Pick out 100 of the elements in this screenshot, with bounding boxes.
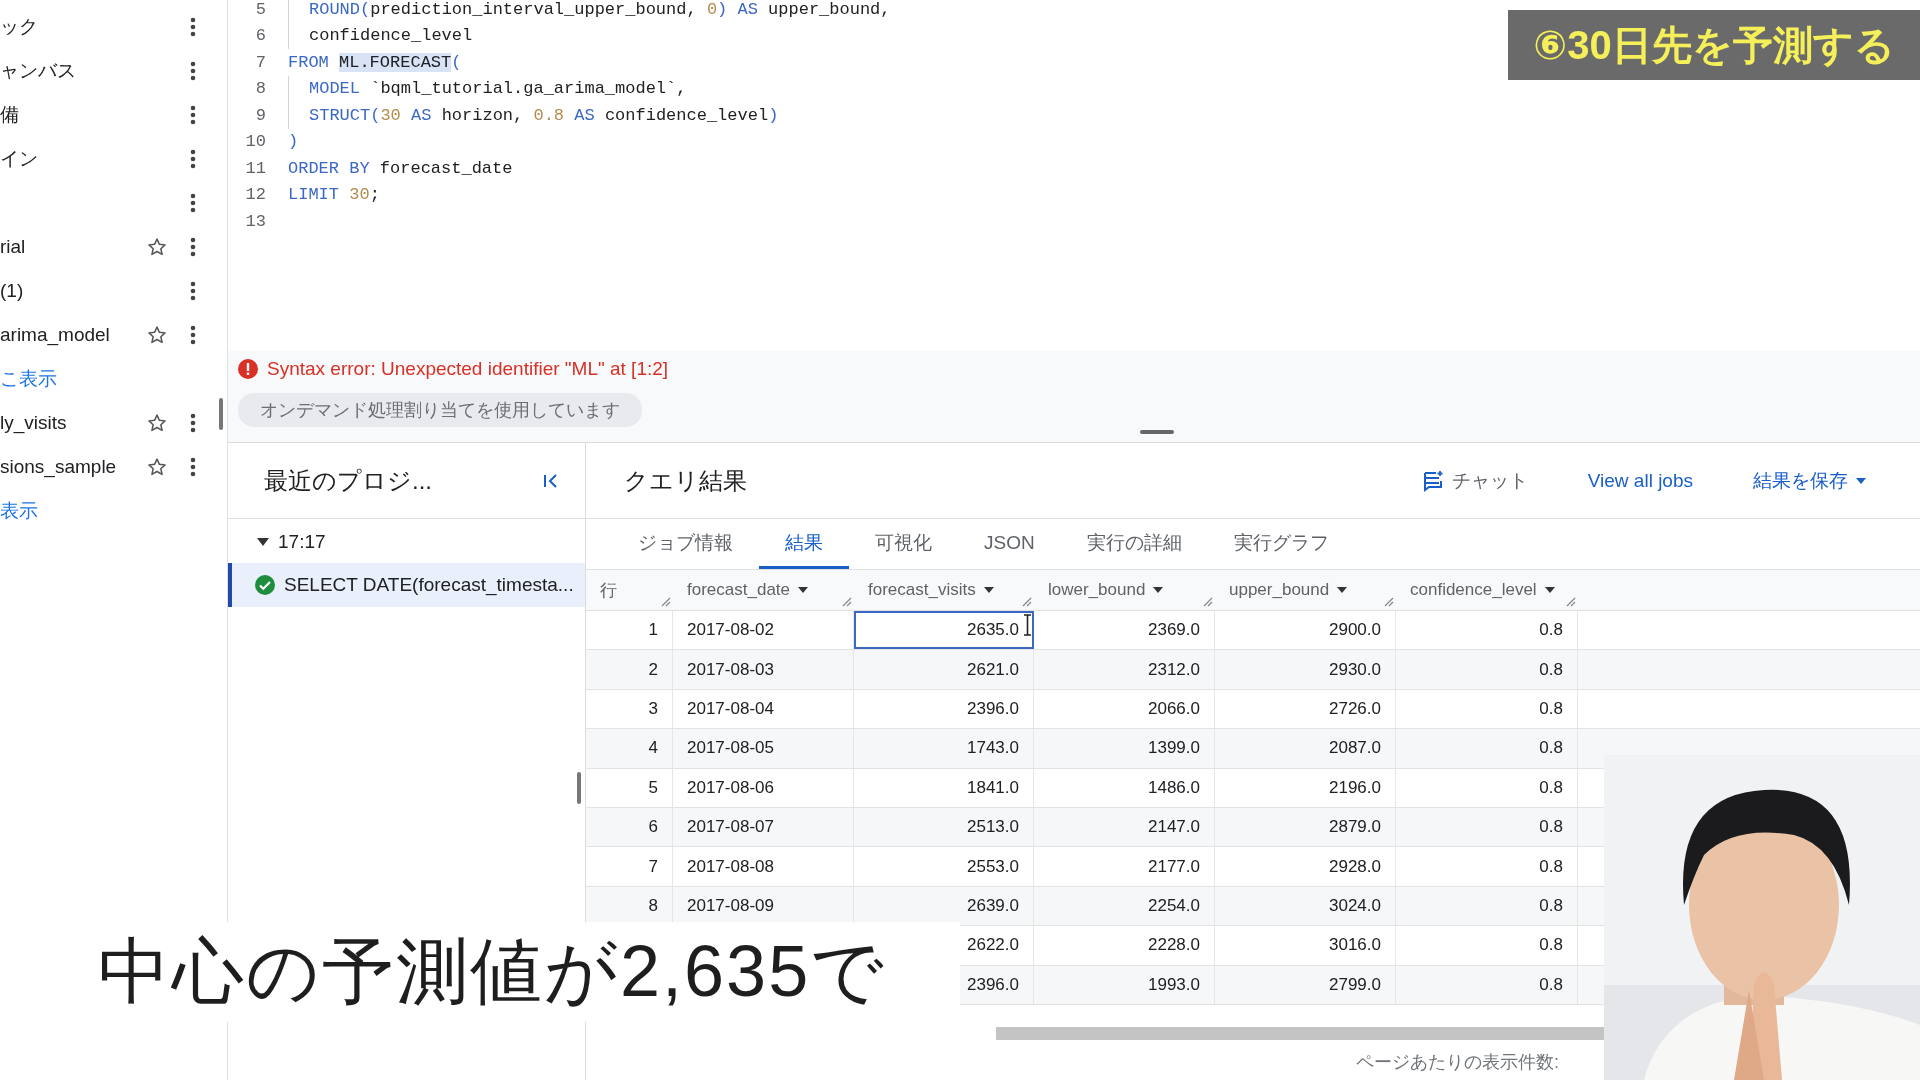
tab[interactable]: JSON	[958, 519, 1061, 569]
column-header[interactable]: confidence_level	[1410, 580, 1537, 600]
table-cell: 0.8	[1396, 965, 1578, 1004]
resize-icon[interactable]	[661, 597, 671, 607]
history-group[interactable]: 17:17	[228, 521, 332, 563]
resize-icon[interactable]	[1022, 597, 1032, 607]
table-cell: 2087.0	[1215, 729, 1396, 768]
more-vert-icon[interactable]	[190, 193, 196, 213]
table-cell: 1399.0	[1034, 729, 1215, 768]
error-icon	[238, 359, 258, 379]
table-cell: 2254.0	[1034, 886, 1215, 926]
caret-icon[interactable]	[1337, 587, 1348, 593]
code-line: LIMIT 30;	[288, 185, 380, 205]
star-icon[interactable]	[147, 457, 167, 477]
table-cell: 2228.0	[1034, 926, 1215, 965]
table-cell: 2930.0	[1215, 650, 1396, 689]
row-number: 1	[586, 611, 673, 650]
more-vert-icon[interactable]	[190, 149, 196, 169]
table-cell: 2513.0	[854, 807, 1034, 847]
more-vert-icon[interactable]	[190, 413, 196, 433]
column-header[interactable]: 行	[600, 578, 617, 602]
panel-title: 最近のプロジ...	[264, 465, 432, 496]
more-vert-icon[interactable]	[190, 17, 196, 37]
star-icon[interactable]	[147, 413, 167, 433]
table-cell: 2147.0	[1034, 807, 1215, 847]
star-icon[interactable]	[147, 325, 167, 345]
banner-title: ⑥30日先を予測する	[1533, 21, 1895, 69]
sidebar-item[interactable]: rial	[0, 236, 26, 258]
resize-handle[interactable]	[219, 398, 223, 430]
caret-icon[interactable]	[1153, 587, 1164, 593]
row-number: 7	[586, 847, 673, 886]
sidebar-item[interactable]: ック	[0, 14, 38, 40]
more-vert-icon[interactable]	[190, 281, 196, 301]
drag-handle[interactable]	[1140, 430, 1174, 434]
show-more-link[interactable]: 表示	[0, 498, 38, 524]
table-cell: 2553.0	[854, 847, 1034, 886]
sidebar-item[interactable]: ly_visits	[0, 412, 67, 434]
table-cell: 2369.0	[1034, 611, 1215, 650]
history-item[interactable]: SELECT DATE(forecast_timesta...	[228, 563, 585, 607]
sidebar-item[interactable]: sions_sample	[0, 456, 117, 478]
table-cell: 2177.0	[1034, 847, 1215, 886]
table-cell: 2017-08-05	[673, 729, 854, 768]
column-header[interactable]: upper_bound	[1229, 580, 1330, 600]
table-cell[interactable]: 2635.0	[854, 611, 1034, 650]
collapse-button[interactable]	[543, 472, 559, 489]
table-cell: 2017-08-07	[673, 807, 854, 847]
resize-icon[interactable]	[1384, 597, 1394, 607]
table-cell: 2726.0	[1215, 689, 1396, 729]
tab[interactable]: ジョブ情報	[612, 519, 759, 569]
caret-icon[interactable]	[983, 587, 994, 593]
text-cursor-icon	[1023, 614, 1032, 636]
more-vert-icon[interactable]	[190, 237, 196, 257]
resize-icon[interactable]	[1203, 597, 1213, 607]
more-vert-icon[interactable]	[190, 457, 196, 477]
line-number: 10	[244, 132, 266, 152]
table-cell: 0.8	[1396, 847, 1578, 886]
star-icon[interactable]	[147, 237, 167, 257]
scroll-handle[interactable]	[577, 772, 581, 804]
table-cell: 2928.0	[1215, 847, 1396, 886]
table-cell: 2196.0	[1215, 768, 1396, 807]
sidebar-item[interactable]: 備	[0, 102, 19, 128]
column-header[interactable]: forecast_visits	[868, 580, 976, 600]
row-number: 3	[586, 689, 673, 729]
code-line: STRUCT(30 AS horizon, 0.8 AS confidence_level)	[309, 105, 779, 125]
code-line: ORDER BY forecast_date	[288, 158, 513, 178]
line-number: 7	[254, 52, 266, 72]
table-cell: 0.8	[1396, 689, 1578, 729]
sidebar-item[interactable]: イン	[0, 146, 38, 172]
table-cell: 2879.0	[1215, 807, 1396, 847]
table-cell: 0.8	[1396, 886, 1578, 926]
table-cell: 2396.0	[854, 689, 1034, 729]
more-vert-icon[interactable]	[190, 61, 196, 81]
chat-button[interactable]: チャット	[1415, 466, 1534, 495]
save-results-button[interactable]: 結果を保存	[1747, 466, 1872, 495]
caret-icon[interactable]	[798, 587, 808, 593]
tab[interactable]: 可視化	[849, 519, 958, 569]
caret-icon[interactable]	[1544, 587, 1555, 593]
line-number: 9	[254, 105, 266, 125]
line-number: 11	[244, 158, 266, 178]
sidebar-item[interactable]: ャンバス	[0, 58, 76, 84]
line-number: 5	[254, 0, 266, 19]
sidebar-item[interactable]: (1)	[0, 280, 24, 302]
resize-icon[interactable]	[1566, 597, 1576, 607]
sidebar-item[interactable]: arima_model	[0, 324, 110, 346]
more-vert-icon[interactable]	[190, 105, 196, 125]
table-cell: 2066.0	[1034, 689, 1215, 729]
tab[interactable]: 実行の詳細	[1060, 519, 1208, 569]
table-cell: 1841.0	[854, 768, 1034, 807]
column-header[interactable]: lower_bound	[1048, 580, 1146, 600]
expand-caret-icon	[256, 537, 270, 547]
more-vert-icon[interactable]	[190, 325, 196, 345]
table-cell: 0.8	[1396, 611, 1578, 650]
tab[interactable]: 実行グラフ	[1207, 519, 1355, 569]
show-more-link[interactable]: こ表示	[0, 366, 57, 392]
table-cell: 2312.0	[1034, 650, 1215, 689]
horizontal-scrollbar[interactable]	[996, 1026, 1604, 1040]
column-header[interactable]: forecast_date	[687, 580, 790, 600]
view-jobs-link[interactable]: View all jobs	[1581, 468, 1699, 493]
table-cell: 2900.0	[1215, 611, 1396, 650]
resize-icon[interactable]	[842, 597, 852, 607]
